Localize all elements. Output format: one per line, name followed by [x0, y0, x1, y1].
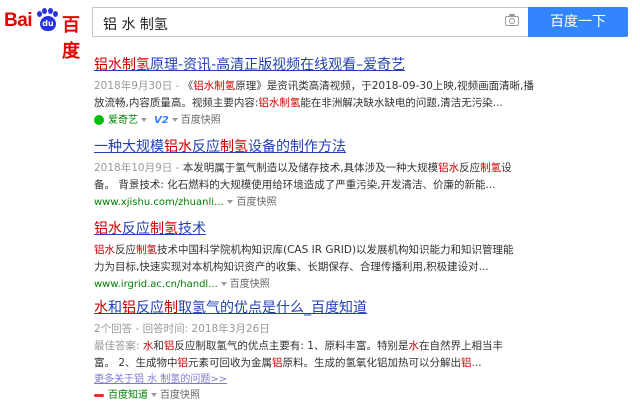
text-fragment: 反应制取氢气的优点主要有: 1、原料丰富。特别是 [174, 340, 409, 352]
text-fragment: 元素可回收为金属 [188, 357, 273, 369]
text-fragment: 本发明属于氢气制造以及储存技术,具体涉及一种大规模 [182, 162, 439, 174]
result-source: www.irgrid.ac.cn/handl... 百度快照 [94, 277, 524, 293]
chevron-down-icon[interactable] [141, 118, 147, 122]
text-fragment: 技术中国科学院机构知识库(CAS IR GRID)以发展机构知识能力和知识管理能… [94, 244, 514, 273]
search-input[interactable]: 铝 水 制氢 [92, 7, 528, 37]
baidu-logo[interactable]: Bai du 百度 [4, 8, 86, 62]
text-fragment: 取氢气的优点是什么_百度知道 [178, 300, 367, 316]
chevron-down-icon[interactable] [226, 200, 233, 204]
text-fragment: 反应 [136, 300, 164, 316]
result-snippet: 铝水反应制氢技术中国科学院机构知识库(CAS IR GRID)以发展机构知识能力… [94, 242, 524, 276]
text-fragment: 《 [182, 80, 194, 92]
result-title[interactable]: 水和铝反应制取氢气的优点是什么_百度知道 [94, 299, 519, 317]
result-title[interactable]: 铝水反应制氢技术 [94, 220, 524, 238]
result-source: 百度知道 百度快照 [94, 388, 519, 404]
highlight-keyword: 铝水 [94, 221, 122, 237]
text-fragment: 2个回答 - 回答时间: 2018年3月26日 [94, 323, 270, 335]
chevron-down-icon[interactable] [151, 393, 157, 397]
text-fragment: 和 [153, 340, 164, 352]
highlight-keyword: 铝 [177, 357, 189, 369]
source-name[interactable]: 爱奇艺 [108, 115, 138, 126]
highlight-keyword: 水 [408, 340, 419, 352]
highlight-keyword: 铝 [272, 357, 283, 369]
logo-chinese-text: 百度 [62, 15, 80, 62]
highlight-keyword: 制氢 [220, 139, 248, 155]
snapshot-link[interactable]: 百度快照 [230, 279, 270, 290]
highlight-keyword: 铝 [122, 300, 136, 316]
text-fragment: 一种大规模 [94, 139, 164, 155]
result-title[interactable]: 铝水制氢原理-资讯-高清正版视频在线观看–爱奇艺 [94, 56, 534, 74]
result-item: 铝水制氢原理-资讯-高清正版视频在线观看–爱奇艺 2018年9月30日 - 《铝… [94, 56, 534, 129]
text-fragment: 反应 [122, 221, 150, 237]
chevron-down-icon[interactable] [220, 282, 227, 286]
text-fragment: 设备的制作方法 [248, 139, 346, 155]
highlight-keyword: 铝 [461, 357, 472, 369]
snapshot-link[interactable]: 百度快照 [160, 390, 200, 401]
highlight-keyword: 铝水制氢 [258, 97, 301, 109]
highlight-keyword: 铝水制氢 [94, 57, 150, 73]
camera-icon[interactable] [505, 14, 521, 26]
snapshot-link[interactable]: 百度快照 [181, 115, 221, 126]
highlight-keyword: 铝水 [94, 244, 115, 256]
text-fragment: 原料。生成的氢氧化铝加热可以分解出 [282, 357, 462, 369]
text-fragment: 技术 [178, 221, 206, 237]
result-snippet: 2018年10月9日 - 本发明属于氢气制造以及储存技术,具体涉及一种大规模铝水… [94, 160, 524, 194]
logo-du-text: du [42, 19, 54, 28]
header-bar: Bai du 百度 铝 水 制氢 百度一下 [0, 0, 640, 62]
chevron-down-icon[interactable] [171, 118, 178, 122]
text-fragment: 原理-资讯-高清正版视频在线观看–爱奇艺 [150, 57, 406, 73]
highlight-keyword: 制氢 [480, 162, 502, 174]
zhidao-icon [94, 391, 104, 399]
highlight-keyword: 水 [142, 340, 154, 352]
text-fragment: ... [471, 357, 482, 369]
text-fragment: 和 [108, 300, 122, 316]
result-item: 铝水反应制氢技术 铝水反应制氢技术中国科学院机构知识库(CAS IR GRID)… [94, 220, 524, 293]
highlight-keyword: 铝水 [438, 162, 460, 174]
result-title[interactable]: 一种大规模铝水反应制氢设备的制作方法 [94, 138, 524, 156]
more-questions-link[interactable]: 更多关于铝 水 制氢的问题>> [94, 373, 519, 387]
text-fragment: 能在非洲解决缺水缺电的问题,清洁无污染... [300, 97, 503, 109]
search-query: 铝 水 制氢 [103, 17, 168, 33]
result-snippet: 2个回答 - 回答时间: 2018年3月26日 最佳答案: 水和铝反应制取氢气的优… [94, 321, 519, 372]
text-fragment: 反应 [115, 244, 136, 256]
highlight-keyword: 铝水制氢 [193, 80, 236, 92]
iqiyi-icon [94, 115, 104, 125]
highlight-keyword: 制 [164, 300, 178, 316]
paw-icon: du [37, 8, 59, 32]
result-snippet: 2018年9月30日 - 《铝水制氢原理》是资讯类高清视频，于2018-09-3… [94, 78, 534, 112]
source-url[interactable]: www.xjishu.com/zhuanli... [94, 197, 224, 208]
source-name[interactable]: 百度知道 [108, 390, 148, 401]
highlight-keyword: 铝水 [164, 139, 192, 155]
text-fragment: 2018年10月9日 - [94, 162, 183, 174]
result-source: www.xjishu.com/zhuanli... 百度快照 [94, 195, 524, 211]
search-button[interactable]: 百度一下 [528, 7, 628, 37]
text-fragment: 反应 [192, 139, 220, 155]
highlight-keyword: 制氢 [150, 221, 178, 237]
result-source: 爱奇艺 V2 百度快照 [94, 113, 534, 129]
highlight-keyword: 铝 [163, 340, 175, 352]
highlight-keyword: 水 [94, 300, 108, 316]
snapshot-link[interactable]: 百度快照 [237, 197, 277, 208]
text-fragment: 反应 [459, 162, 481, 174]
v2-badge: V2 [154, 115, 169, 126]
result-item: 一种大规模铝水反应制氢设备的制作方法 2018年10月9日 - 本发明属于氢气制… [94, 138, 524, 211]
text-fragment: 最佳答案: [94, 340, 143, 352]
text-fragment: 2018年9月30日 - [94, 80, 183, 92]
logo-bai-text: Bai [4, 10, 33, 31]
result-item: 水和铝反应制取氢气的优点是什么_百度知道 2个回答 - 回答时间: 2018年3… [94, 299, 519, 404]
source-url[interactable]: www.irgrid.ac.cn/handl... [94, 279, 218, 290]
highlight-keyword: 制氢 [136, 244, 157, 256]
